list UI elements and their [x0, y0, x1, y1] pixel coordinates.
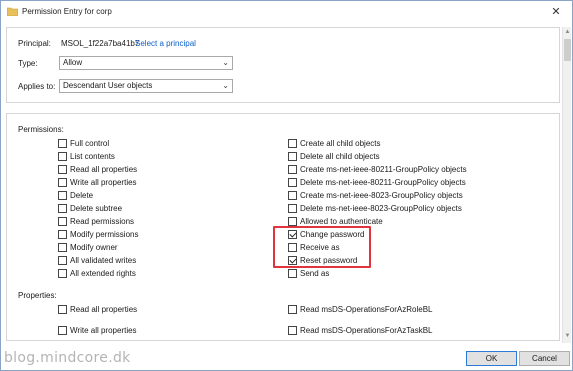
permission-checkbox-delete-8023-grouppolicy[interactable]: Delete ms-net-ieee-8023-GroupPolicy obje…	[288, 203, 462, 214]
cancel-button[interactable]: Cancel	[519, 351, 570, 366]
checkbox[interactable]	[58, 204, 67, 213]
scroll-up-icon[interactable]: ▲	[563, 27, 572, 37]
checkbox-label: Send as	[300, 269, 330, 278]
checkbox[interactable]	[58, 165, 67, 174]
checkbox-label: Write all properties	[70, 178, 137, 187]
property-checkbox-write-all-properties[interactable]: Write all properties	[58, 325, 137, 336]
checkbox[interactable]	[288, 152, 297, 161]
checkbox-label: Read msDS-OperationsForAzTaskBL	[300, 326, 433, 335]
chevron-down-icon: ⌄	[222, 81, 229, 90]
permission-checkbox-all-extended-rights[interactable]: All extended rights	[58, 268, 136, 279]
checkbox[interactable]	[58, 269, 67, 278]
checkbox[interactable]	[288, 165, 297, 174]
checkbox[interactable]	[58, 243, 67, 252]
checkbox[interactable]	[288, 217, 297, 226]
permission-checkbox-read-all-properties[interactable]: Read all properties	[58, 164, 137, 175]
window-title: Permission Entry for corp	[22, 7, 112, 16]
chevron-down-icon: ⌄	[222, 58, 229, 67]
checkbox[interactable]	[288, 326, 297, 335]
properties-heading: Properties:	[18, 291, 57, 300]
permission-checkbox-modify-owner[interactable]: Modify owner	[58, 242, 118, 253]
permission-checkbox-create-8023-grouppolicy[interactable]: Create ms-net-ieee-8023-GroupPolicy obje…	[288, 190, 463, 201]
checkbox-label: Create ms-net-ieee-8023-GroupPolicy obje…	[300, 191, 463, 200]
checkbox-label: Create all child objects	[300, 139, 381, 148]
property-checkbox-read-all-properties[interactable]: Read all properties	[58, 304, 137, 315]
checkbox[interactable]	[58, 217, 67, 226]
checkbox-label: Full control	[70, 139, 110, 148]
ok-button[interactable]: OK	[466, 351, 517, 366]
checkbox[interactable]	[58, 256, 67, 265]
close-icon: ✕	[551, 5, 561, 18]
checkbox-label: Delete subtree	[70, 204, 123, 213]
select-principal-link[interactable]: Select a principal	[135, 39, 196, 48]
permission-checkbox-create-all-child-objects[interactable]: Create all child objects	[288, 138, 380, 149]
checkbox-label: All validated writes	[70, 256, 137, 265]
checkbox[interactable]	[288, 178, 297, 187]
permission-checkbox-write-all-properties[interactable]: Write all properties	[58, 177, 137, 188]
checkbox-label: Create ms-net-ieee-80211-GroupPolicy obj…	[300, 165, 467, 174]
checkbox[interactable]	[58, 191, 67, 200]
checkbox-label: Delete ms-net-ieee-8023-GroupPolicy obje…	[300, 204, 462, 213]
checkbox-label: Read permissions	[70, 217, 135, 226]
checkbox-label: Read all properties	[70, 305, 138, 314]
checkbox-label: Allowed to authenticate	[300, 217, 383, 226]
principal-label: Principal:	[18, 39, 51, 48]
checkbox[interactable]	[288, 269, 297, 278]
scroll-down-icon[interactable]: ▼	[563, 331, 572, 341]
checkbox[interactable]	[58, 305, 67, 314]
checkbox[interactable]	[288, 204, 297, 213]
title-bar: Permission Entry for corp ✕	[1, 1, 572, 23]
permission-checkbox-modify-permissions[interactable]: Modify permissions	[58, 229, 138, 240]
permission-checkbox-list-contents[interactable]: List contents	[58, 151, 115, 162]
checkbox-label: Delete	[70, 191, 94, 200]
permission-checkbox-full-control[interactable]: Full control	[58, 138, 109, 149]
checkbox-label: Delete all child objects	[300, 152, 380, 161]
scrollbar-thumb[interactable]	[564, 39, 571, 61]
checkbox-label: Read all properties	[70, 165, 138, 174]
checkbox[interactable]	[58, 152, 67, 161]
permission-checkbox-send-as[interactable]: Send as	[288, 268, 329, 279]
applies-to-label: Applies to:	[18, 82, 56, 91]
permission-checkbox-delete-80211-grouppolicy[interactable]: Delete ms-net-ieee-80211-GroupPolicy obj…	[288, 177, 466, 188]
checkbox[interactable]	[288, 139, 297, 148]
checkbox-label: List contents	[70, 152, 115, 161]
applies-to-select-value: Descendant User objects	[63, 81, 153, 90]
permission-checkbox-read-permissions[interactable]: Read permissions	[58, 216, 134, 227]
permission-checkbox-create-80211-grouppolicy[interactable]: Create ms-net-ieee-80211-GroupPolicy obj…	[288, 164, 467, 175]
type-select-value: Allow	[63, 58, 83, 67]
checkbox[interactable]	[288, 191, 297, 200]
type-label: Type:	[18, 59, 38, 68]
property-checkbox-read-aztaskbl[interactable]: Read msDS-OperationsForAzTaskBL	[288, 325, 433, 336]
checkbox-label: Modify permissions	[70, 230, 139, 239]
highlight-box	[273, 226, 371, 268]
folder-icon	[7, 7, 18, 16]
checkbox[interactable]	[58, 230, 67, 239]
checkbox[interactable]	[288, 305, 297, 314]
close-button[interactable]: ✕	[543, 2, 569, 20]
permission-checkbox-delete-subtree[interactable]: Delete subtree	[58, 203, 122, 214]
permission-checkbox-all-validated-writes[interactable]: All validated writes	[58, 255, 136, 266]
applies-to-select[interactable]: Descendant User objects ⌄	[59, 79, 233, 93]
permission-entry-dialog: Permission Entry for corp ✕ Principal: M…	[0, 0, 573, 371]
principal-value: MSOL_1f22a7ba41b7	[61, 39, 140, 48]
permission-checkbox-delete-all-child-objects[interactable]: Delete all child objects	[288, 151, 380, 162]
checkbox[interactable]	[58, 178, 67, 187]
checkbox-label: All extended rights	[70, 269, 136, 278]
checkbox-label: Modify owner	[70, 243, 118, 252]
permission-checkbox-delete[interactable]: Delete	[58, 190, 93, 201]
checkbox-label: Read msDS-OperationsForAzRoleBL	[300, 305, 433, 314]
property-checkbox-read-azrolebl[interactable]: Read msDS-OperationsForAzRoleBL	[288, 304, 433, 315]
checkbox-label: Write all properties	[70, 326, 137, 335]
checkbox[interactable]	[58, 326, 67, 335]
watermark: blog.mindcore.dk	[4, 350, 131, 366]
type-select[interactable]: Allow ⌄	[59, 56, 233, 70]
principal-pane: Principal: MSOL_1f22a7ba41b7 Select a pr…	[6, 27, 560, 103]
checkbox-label: Delete ms-net-ieee-80211-GroupPolicy obj…	[300, 178, 466, 187]
permissions-heading: Permissions:	[18, 125, 64, 134]
checkbox[interactable]	[58, 139, 67, 148]
vertical-scrollbar[interactable]: ▲ ▼	[562, 27, 571, 343]
